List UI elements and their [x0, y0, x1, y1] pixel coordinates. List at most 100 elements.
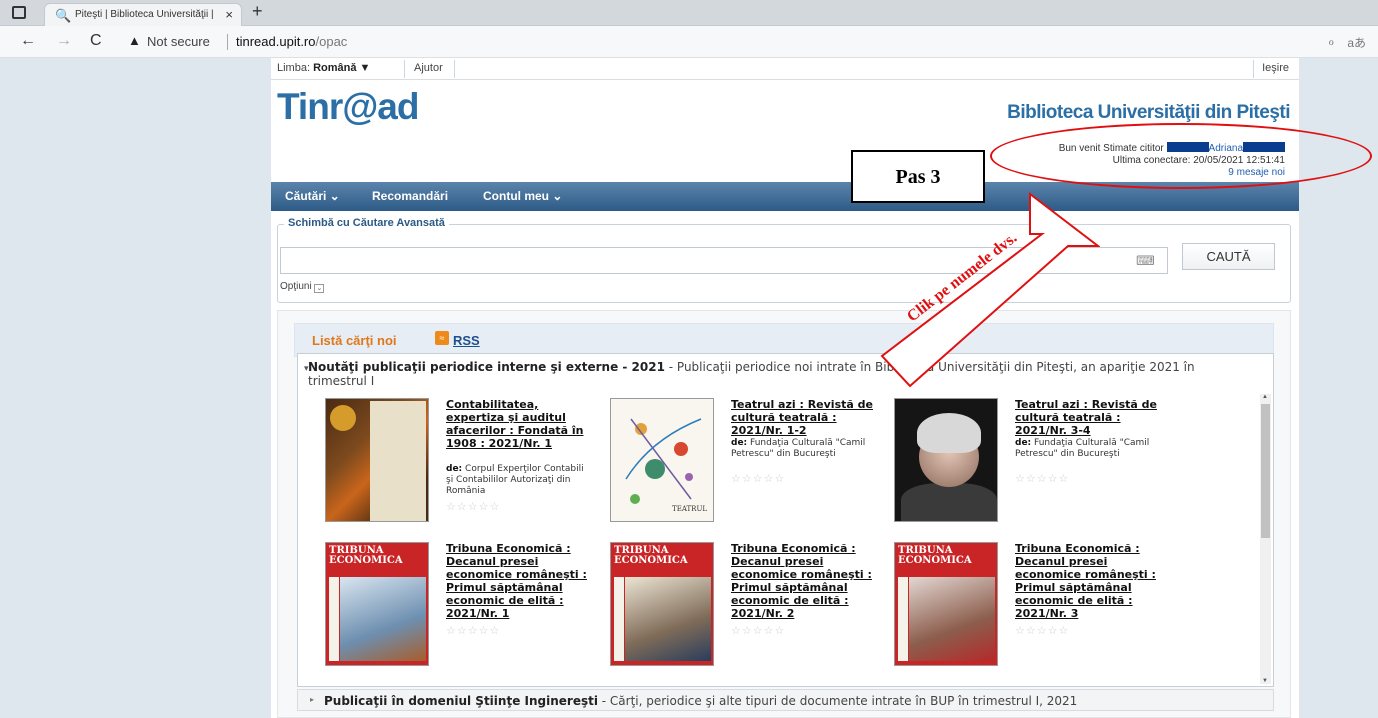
book-cover[interactable]: TRIBUNA ECONOMICA [610, 542, 714, 666]
author-prefix: de: [1015, 438, 1032, 448]
address-bar: ← → C ▲ Not secure tinread.upit.ro/opac … [0, 26, 1378, 58]
accordion-engineering[interactable]: ▸ Publicaţii în domeniul Ştiinţe Inginer… [297, 689, 1274, 711]
rating-stars[interactable]: ☆☆☆☆☆ [446, 624, 500, 637]
book-item: Teatrul azi : Revistă de cultură teatral… [894, 398, 1174, 528]
cover-figure [901, 483, 997, 521]
back-icon[interactable]: ← [20, 32, 36, 50]
scrollbar[interactable]: ▲ ▼ [1260, 394, 1271, 684]
nav-searches[interactable]: Căutări ⌄ [285, 189, 340, 203]
logout-link[interactable]: Ieşire [1262, 62, 1289, 74]
highlight-ellipse [990, 123, 1372, 189]
search-button[interactable]: CAUTĂ [1182, 243, 1275, 270]
section-title: Noutăţi publicaţii periodice interne şi … [308, 360, 665, 374]
rating-stars[interactable]: ☆☆☆☆☆ [1015, 472, 1069, 485]
language-label: Limba: [277, 62, 311, 74]
book-cover[interactable] [894, 398, 998, 522]
url-host: tinread.upit.ro [236, 34, 316, 49]
keyboard-icon[interactable]: ⌨ [1136, 253, 1155, 269]
scroll-down-icon[interactable]: ▼ [1262, 678, 1268, 684]
book-cover[interactable]: TRIBUNA ECONOMICA [894, 542, 998, 666]
rating-stars[interactable]: ☆☆☆☆☆ [1015, 624, 1069, 637]
author-prefix: de: [446, 464, 463, 474]
rating-stars[interactable]: ☆☆☆☆☆ [446, 500, 500, 513]
browser-tab[interactable]: 🔍 Piteşti | Biblioteca Universităţii | × [44, 3, 242, 26]
author-name: Fundaţia Culturală "Camil Petrescu" din … [1015, 438, 1150, 459]
annotation-arrow-icon [880, 191, 1100, 388]
language-selector[interactable]: Limba: Română ▼ [277, 62, 370, 74]
accordion-periodicals: ▾ Noutăţi publicaţii periodice interne ş… [297, 353, 1274, 687]
author-name: Corpul Experţilor Contabili şi Contabili… [446, 464, 584, 496]
not-secure-label[interactable]: Not secure [147, 34, 210, 49]
book-title-link[interactable]: Tribuna Economică : Decanul presei econo… [731, 542, 883, 620]
favicon-icon: 🔍 [55, 8, 72, 23]
strip-divider [454, 60, 455, 78]
book-title-link[interactable]: Contabilitatea, expertiza şi auditul afa… [446, 398, 598, 450]
options-toggle[interactable]: Opţiuni ⌄ [280, 281, 325, 293]
tab-close-icon[interactable]: × [225, 7, 233, 22]
cover-emblem [330, 405, 356, 431]
cover-image [625, 577, 711, 661]
section-title: Publicaţii în domeniul Ştiinţe Inginereş… [324, 694, 598, 708]
help-link[interactable]: Ajutor [414, 62, 443, 74]
book-title-link[interactable]: Teatrul azi : Revistă de cultură teatral… [1015, 398, 1167, 437]
cover-image [909, 577, 995, 661]
content-area: Listă cărţi noi ≈ RSS ▾ Noutăţi publicaţ… [277, 310, 1291, 718]
expand-icon: ⌄ [314, 284, 325, 293]
cover-sidebar [898, 577, 908, 661]
rss-icon[interactable]: ≈ [435, 331, 449, 345]
cover-hair [917, 413, 981, 453]
book-item: TRIBUNA ECONOMICA Tribuna Economică : De… [610, 542, 890, 672]
book-title-link[interactable]: Tribuna Economică : Decanul presei econo… [1015, 542, 1167, 620]
cover-title: TRIBUNA ECONOMICA [614, 545, 688, 566]
book-item: TEATRUL Teatrul azi : Revistă de cultură… [610, 398, 890, 528]
tab-title: Piteşti | Biblioteca Universităţii | [75, 9, 214, 20]
cover-title: TRIBUNA ECONOMICA [329, 545, 403, 566]
new-tab-icon[interactable]: + [252, 1, 263, 22]
strip-divider [1253, 60, 1254, 78]
library-name: Biblioteca Universităţii din Piteşti [1007, 102, 1290, 123]
cover-illustration [625, 418, 702, 504]
book-author: de: Corpul Experţilor Contabili şi Conta… [446, 464, 588, 497]
language-value: Română ▼ [313, 62, 371, 74]
rating-stars[interactable]: ☆☆☆☆☆ [731, 624, 785, 637]
section-header: Publicaţii în domeniul Ştiinţe Inginereş… [324, 694, 1077, 708]
cover-title: TEATRUL [672, 505, 707, 513]
search-page-icon[interactable]: ℴ [1328, 34, 1334, 48]
rss-link[interactable]: RSS [453, 333, 480, 348]
cover-title: TRIBUNA ECONOMICA [898, 545, 972, 566]
book-title-link[interactable]: Tribuna Economică : Decanul presei econo… [446, 542, 598, 620]
read-aloud-icon[interactable]: aあ [1347, 34, 1366, 51]
section-description: - Cărţi, periodice şi alte tipuri de doc… [597, 694, 1078, 708]
author-prefix: de: [731, 438, 748, 448]
forward-icon[interactable]: → [56, 32, 72, 50]
rating-stars[interactable]: ☆☆☆☆☆ [731, 472, 785, 485]
window-menu-icon[interactable] [12, 6, 26, 19]
tinread-logo[interactable]: Tinr@ad [277, 86, 419, 128]
author-name: Fundaţia Culturală "Camil Petrescu" din … [731, 438, 866, 459]
book-author: de: Fundaţia Culturală "Camil Petrescu" … [1015, 438, 1157, 460]
book-cover[interactable] [325, 398, 429, 522]
book-cover[interactable]: TEATRUL [610, 398, 714, 522]
expand-arrow-icon: ▸ [310, 695, 315, 704]
warning-icon[interactable]: ▲ [128, 33, 141, 48]
address-divider [227, 34, 228, 50]
search-panel: Schimbă cu Căutare Avansată ⌨ CAUTĂ Opţi… [277, 217, 1291, 303]
cover-image [340, 577, 426, 661]
book-author: de: Fundaţia Culturală "Camil Petrescu" … [731, 438, 873, 460]
scroll-up-icon[interactable]: ▲ [1262, 394, 1268, 400]
new-books-title: Listă cărţi noi [312, 333, 397, 348]
advanced-search-toggle[interactable]: Schimbă cu Căutare Avansată [284, 217, 449, 229]
book-title-link[interactable]: Teatrul azi : Revistă de cultură teatral… [731, 398, 883, 437]
cover-sidebar [329, 577, 339, 661]
book-cover[interactable]: TRIBUNA ECONOMICA [325, 542, 429, 666]
nav-recommendations[interactable]: Recomandări [372, 189, 448, 203]
url-path: /opac [315, 34, 348, 49]
nav-my-account[interactable]: Contul meu ⌄ [483, 189, 562, 203]
url-field[interactable]: tinread.upit.ro/opac [236, 34, 347, 49]
reload-icon[interactable]: C [90, 32, 102, 50]
cover-band [370, 401, 426, 521]
browser-tab-bar: 🔍 Piteşti | Biblioteca Universităţii | ×… [0, 0, 1378, 26]
scroll-thumb[interactable] [1261, 404, 1270, 538]
book-item: Contabilitatea, expertiza şi auditul afa… [325, 398, 605, 528]
cover-sidebar [614, 577, 624, 661]
